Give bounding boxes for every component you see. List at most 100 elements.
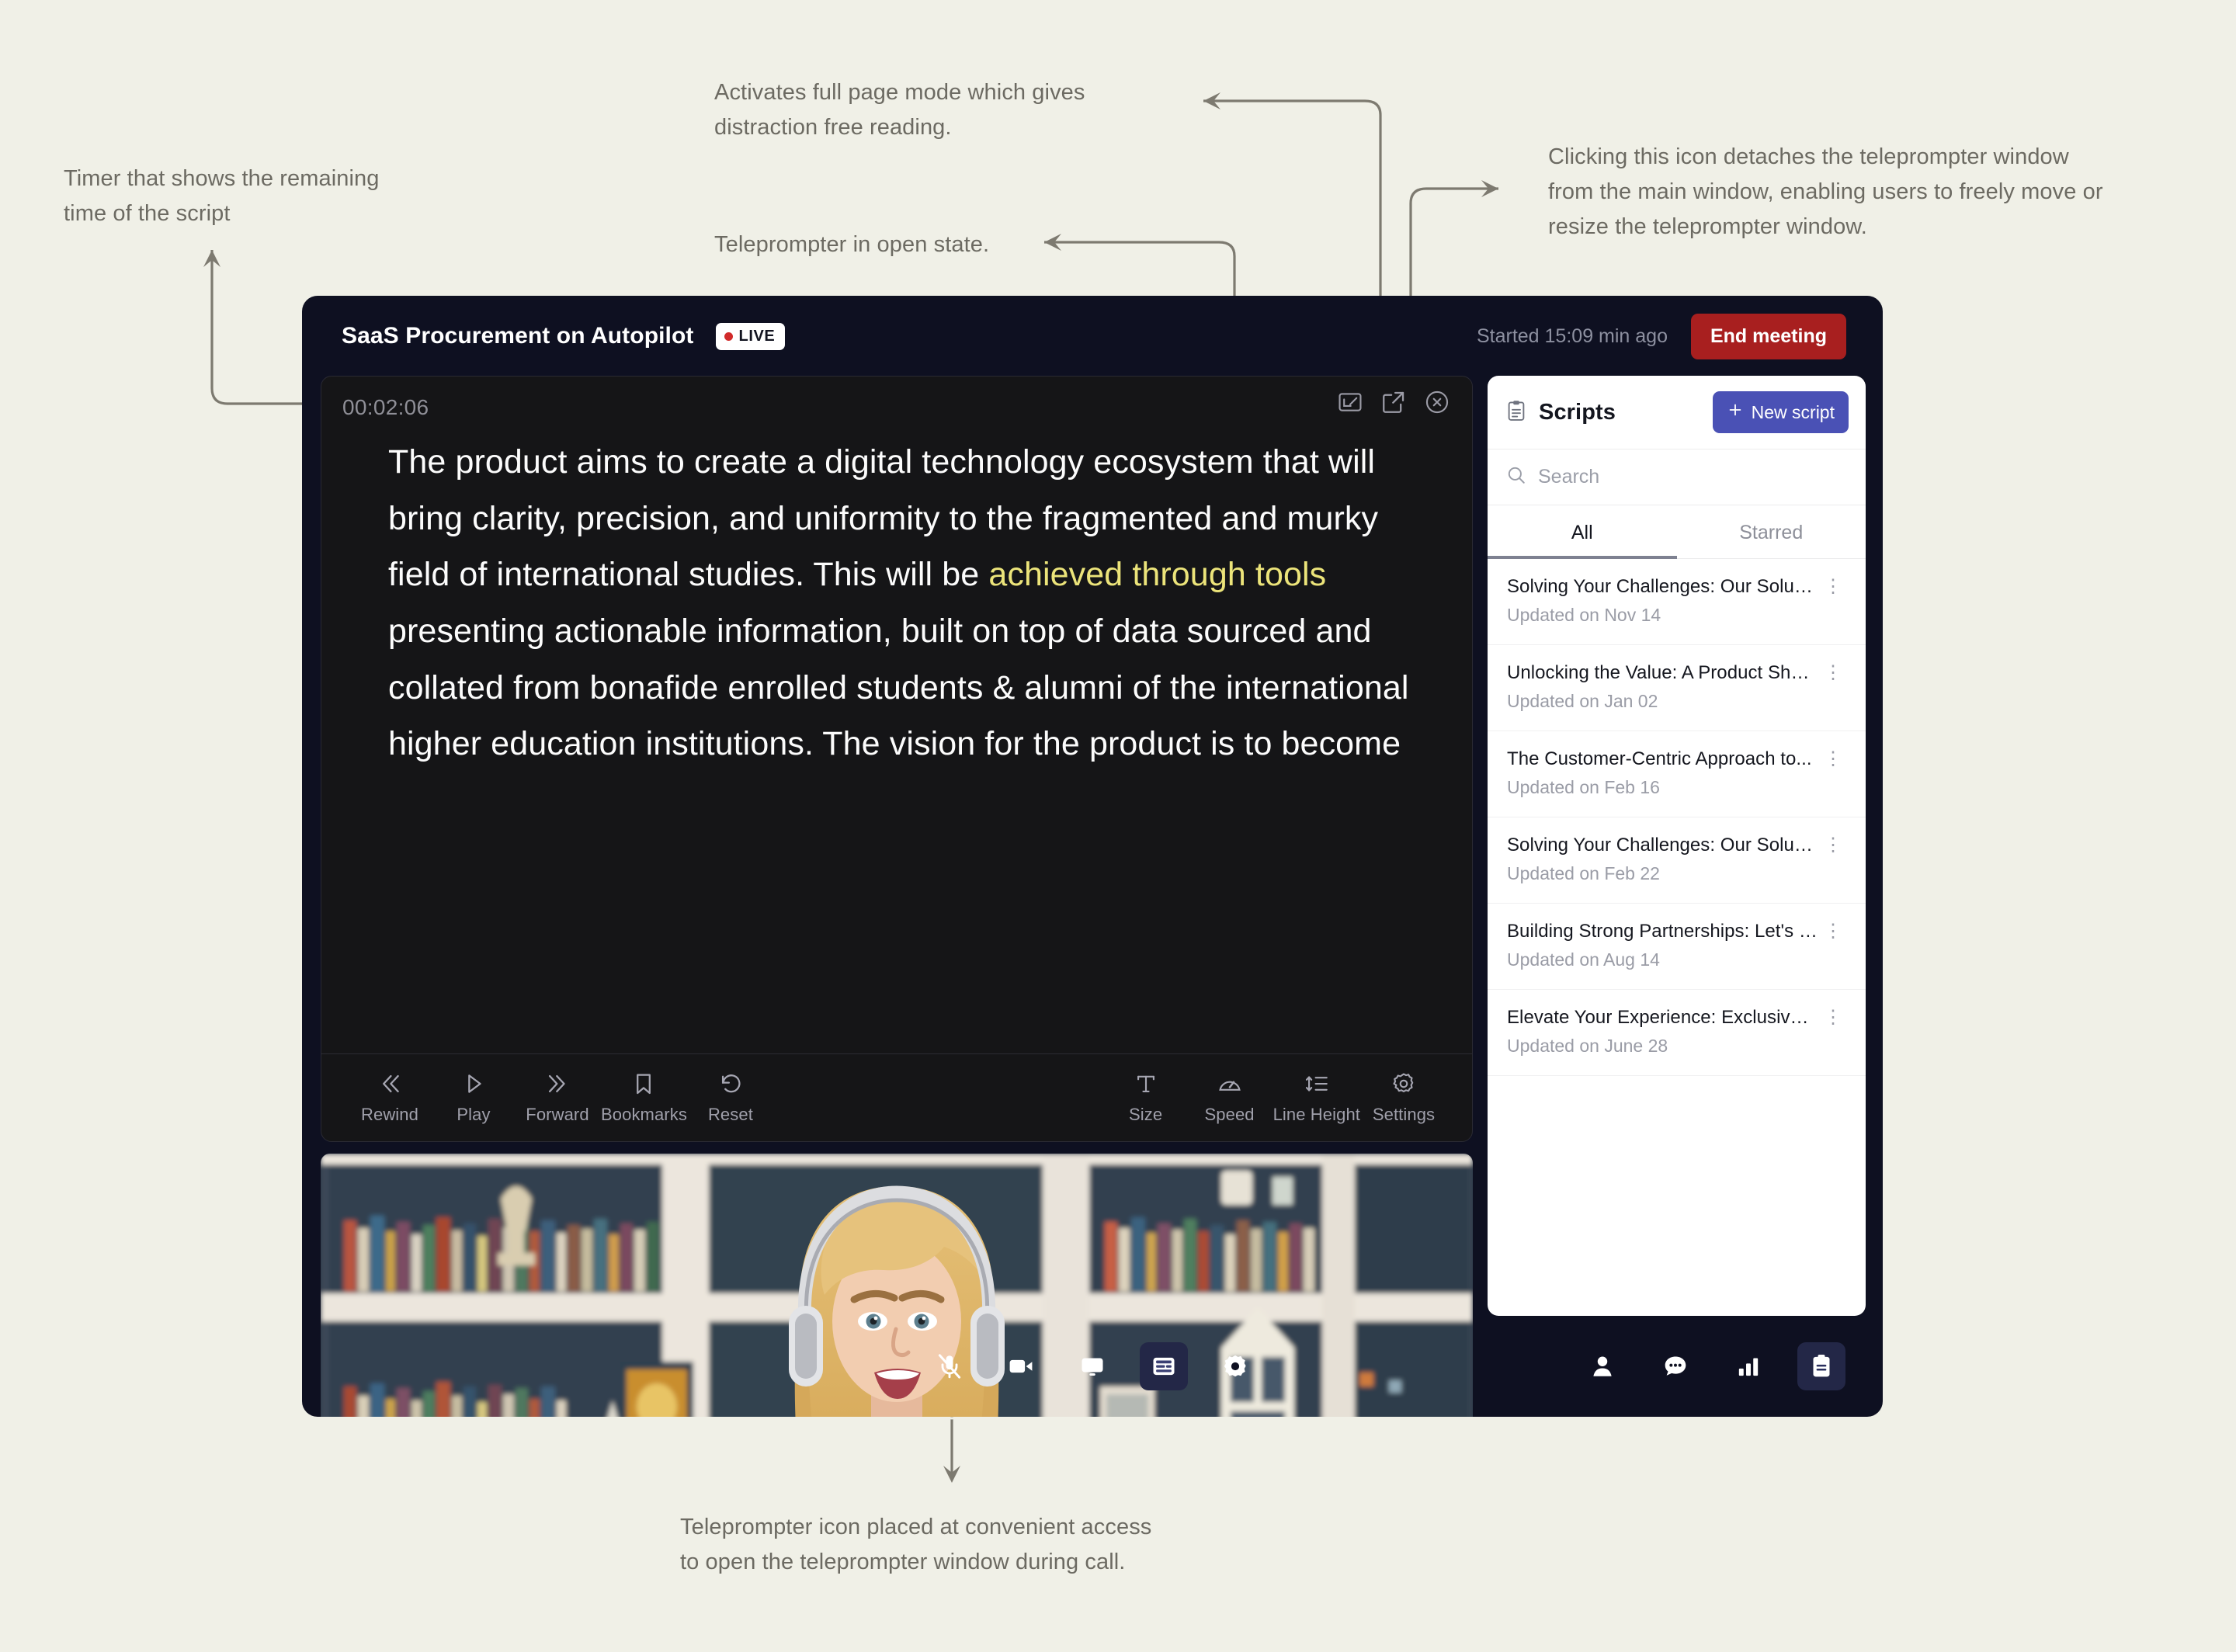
script-overflow-menu-icon[interactable]: ⋮ (1818, 835, 1849, 856)
window-titlebar: SaaS Procurement on Autopilot LIVE Start… (302, 296, 1883, 377)
play-label: Play (457, 1105, 491, 1124)
speed-label: Speed (1204, 1105, 1255, 1124)
bookmark-icon (630, 1071, 657, 1097)
mic-toggle-button[interactable] (925, 1342, 974, 1390)
meeting-window: SaaS Procurement on Autopilot LIVE Start… (302, 296, 1883, 1417)
script-item-main: The Customer-Centric Approach to... Upda… (1507, 748, 1818, 798)
participants-button[interactable] (1578, 1342, 1627, 1390)
script-subtitle: Updated on Feb 22 (1507, 863, 1660, 883)
teleprompter-icon (1150, 1352, 1178, 1380)
script-text-after: presenting actionable information, built… (388, 612, 1409, 763)
teleprompter-script-text: The product aims to create a digital tec… (321, 434, 1472, 909)
gear-icon (1391, 1071, 1417, 1097)
reset-button[interactable]: Reset (690, 1071, 771, 1125)
toolbar-left-group: Rewind Play Forward Bookmarks Reset (349, 1071, 771, 1125)
new-script-label: New script (1751, 401, 1835, 422)
script-title: Solving Your Challenges: Our Solutions (1507, 835, 1818, 856)
list-item[interactable]: Unlocking the Value: A Product Showcase … (1488, 645, 1866, 731)
script-overflow-menu-icon[interactable]: ⋮ (1818, 748, 1849, 770)
script-subtitle: Updated on Aug 14 (1507, 949, 1660, 970)
forward-button[interactable]: Forward (517, 1071, 598, 1125)
titlebar-right-group: Started 15:09 min ago End meeting (1476, 313, 1846, 359)
teleprompter-window-controls (1337, 389, 1450, 415)
rewind-button[interactable]: Rewind (349, 1071, 430, 1125)
script-title: The Customer-Centric Approach to... (1507, 748, 1812, 769)
list-item[interactable]: Elevate Your Experience: Exclusive Be...… (1488, 990, 1866, 1076)
end-meeting-button[interactable]: End meeting (1690, 313, 1846, 359)
list-item[interactable]: The Customer-Centric Approach to... Upda… (1488, 731, 1866, 817)
reset-label: Reset (707, 1105, 753, 1124)
detach-icon[interactable] (1380, 389, 1407, 415)
scripts-panel-header: Scripts New script (1488, 376, 1866, 449)
settings-button[interactable]: Settings (1363, 1071, 1444, 1125)
clipboard-icon (1505, 399, 1528, 426)
poll-button[interactable] (1724, 1342, 1772, 1390)
tab-all[interactable]: All (1488, 505, 1677, 559)
search-icon (1506, 465, 1526, 489)
script-title: Elevate Your Experience: Exclusive Be... (1507, 1007, 1818, 1028)
script-item-main: Building Strong Partnerships: Let's Col.… (1507, 921, 1818, 970)
list-item[interactable]: Solving Your Challenges: Our Solutions U… (1488, 559, 1866, 645)
script-title: Solving Your Challenges: Our Solutions (1507, 576, 1818, 597)
list-item[interactable]: Building Strong Partnerships: Let's Col.… (1488, 904, 1866, 990)
annotation-timer: Timer that shows the remaining time of t… (64, 166, 380, 226)
script-subtitle: Updated on Jan 02 (1507, 691, 1658, 711)
script-subtitle: Updated on Feb 16 (1507, 777, 1660, 797)
size-button[interactable]: Size (1106, 1071, 1186, 1125)
script-item-main: Elevate Your Experience: Exclusive Be...… (1507, 1007, 1818, 1057)
scripts-panel-title: Scripts (1539, 399, 1616, 425)
meeting-controls-right (1578, 1342, 1845, 1390)
script-subtitle: Updated on Nov 14 (1507, 605, 1661, 625)
close-icon[interactable] (1424, 389, 1450, 415)
script-overflow-menu-icon[interactable]: ⋮ (1818, 921, 1849, 942)
play-icon (460, 1071, 487, 1097)
new-script-button[interactable]: New script (1712, 391, 1849, 433)
annotation-bottom-icon: Teleprompter icon placed at convenient a… (680, 1515, 1152, 1574)
speed-button[interactable]: Speed (1189, 1071, 1270, 1125)
meeting-controls-bar (302, 1316, 1883, 1417)
teleprompter-panel: 00:02:06 The product aims to create a di… (321, 376, 1473, 1142)
scripts-panel: Scripts New script Search All Starred So… (1488, 376, 1866, 1316)
play-button[interactable]: Play (433, 1071, 514, 1125)
teleprompter-topbar: 00:02:06 (321, 377, 1472, 434)
poll-icon (1735, 1353, 1762, 1380)
scripts-search-row (1488, 449, 1866, 505)
meeting-title: SaaS Procurement on Autopilot (342, 323, 694, 349)
chat-icon (1662, 1353, 1689, 1380)
script-overflow-menu-icon[interactable]: ⋮ (1818, 662, 1849, 684)
tab-starred[interactable]: Starred (1677, 505, 1866, 558)
line-height-button[interactable]: Line Height (1273, 1071, 1360, 1125)
annotation-fullpage: Activates full page mode which gives dis… (714, 80, 1085, 140)
gear-icon (1221, 1352, 1249, 1380)
search-input[interactable] (1538, 466, 1847, 488)
annotation-detach: Clicking this icon detaches the teleprom… (1548, 144, 2103, 239)
script-title: Building Strong Partnerships: Let's Col.… (1507, 921, 1818, 942)
chat-button[interactable] (1651, 1342, 1700, 1390)
teleprompter-toggle-button[interactable] (1140, 1342, 1188, 1390)
started-time-text: Started 15:09 min ago (1476, 324, 1668, 347)
script-item-main: Solving Your Challenges: Our Solutions U… (1507, 576, 1818, 626)
meeting-controls-center (925, 1342, 1259, 1390)
settings-label: Settings (1372, 1105, 1436, 1124)
list-item[interactable]: Solving Your Challenges: Our Solutions U… (1488, 817, 1866, 904)
line-height-icon (1304, 1071, 1330, 1097)
participants-icon (1589, 1353, 1616, 1380)
fullscreen-icon[interactable] (1337, 389, 1363, 415)
screen-share-icon (1078, 1352, 1106, 1380)
script-overflow-menu-icon[interactable]: ⋮ (1818, 1007, 1849, 1029)
bookmarks-button[interactable]: Bookmarks (601, 1071, 687, 1125)
call-settings-button[interactable] (1211, 1342, 1259, 1390)
camera-toggle-button[interactable] (997, 1342, 1045, 1390)
rewind-label: Rewind (361, 1105, 418, 1124)
scripts-panel-toggle-button[interactable] (1797, 1342, 1845, 1390)
script-subtitle: Updated on June 28 (1507, 1036, 1668, 1056)
size-label: Size (1128, 1105, 1163, 1124)
plus-icon (1727, 401, 1744, 423)
scripts-clipboard-icon (1808, 1353, 1835, 1380)
script-title: Unlocking the Value: A Product Showcase (1507, 662, 1818, 683)
rewind-icon (377, 1071, 403, 1097)
script-overflow-menu-icon[interactable]: ⋮ (1818, 576, 1849, 598)
speed-gauge-icon (1217, 1071, 1243, 1097)
teleprompter-timer: 00:02:06 (342, 395, 429, 419)
screen-share-button[interactable] (1068, 1342, 1116, 1390)
